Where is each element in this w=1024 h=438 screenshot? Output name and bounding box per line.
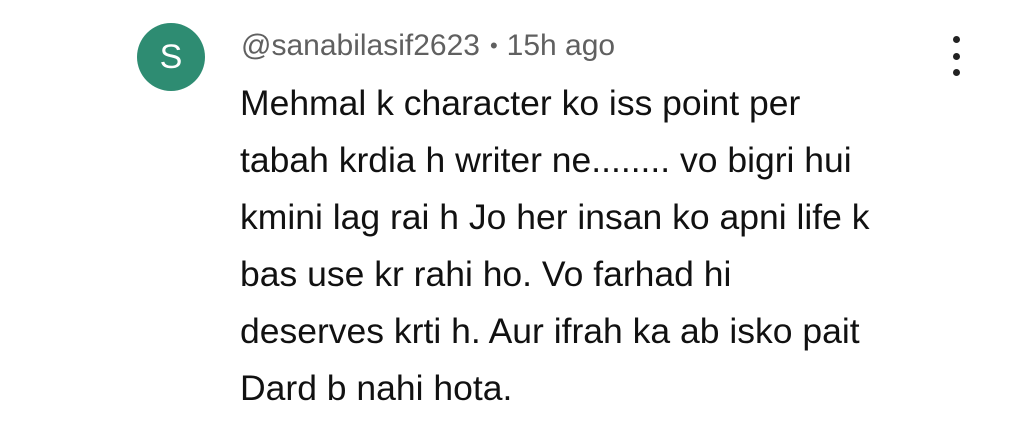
comment-text-line: Dard b nahi hota. [240, 368, 513, 408]
comment-header: @sanabilasif2623 • 15h ago [241, 24, 615, 68]
author-handle[interactable]: @sanabilasif2623 [241, 29, 480, 63]
comment-text-line: bas use kr rahi ho. Vo farhad hi [240, 254, 732, 294]
separator-dot: • [489, 33, 498, 58]
comment-text: Mehmal k character ko iss point per taba… [240, 75, 960, 417]
more-vert-icon[interactable] [938, 36, 974, 76]
comment-text-line: tabah krdia h writer ne........ vo bigri… [240, 140, 852, 180]
avatar[interactable]: S [137, 23, 205, 91]
comment-text-line: kmini lag rai h Jo her insan ko apni lif… [240, 197, 870, 237]
comment-text-line: Mehmal k character ko iss point per [240, 83, 801, 123]
menu-dot [952, 36, 960, 43]
menu-dot [952, 52, 960, 60]
comment-card: S @sanabilasif2623 • 15h ago Mehmal k ch… [0, 0, 1024, 438]
avatar-letter: S [159, 38, 183, 76]
timestamp[interactable]: 15h ago [507, 29, 615, 63]
comment-text-line: deserves krti h. Aur ifrah ka ab isko pa… [240, 311, 860, 351]
